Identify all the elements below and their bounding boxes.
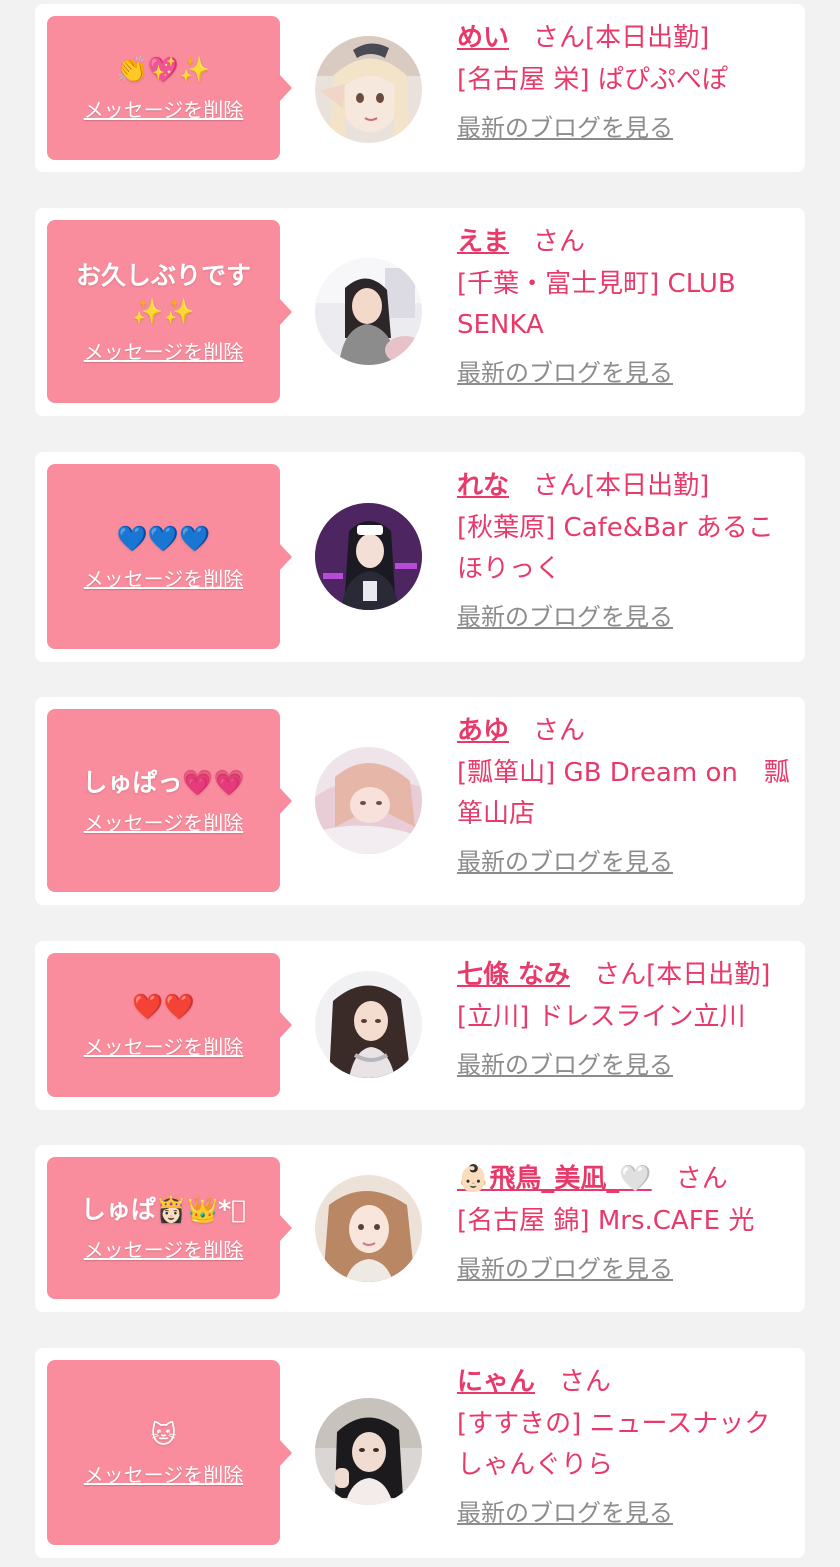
favorite-card: 👏💖✨ メッセージを削除 めい さん[本日出勤] [名古屋 栄] ぱぴぷぺぽ 最新… [35, 4, 805, 172]
message-bubble: 🐱 メッセージを削除 [47, 1360, 292, 1545]
favorites-list: 👏💖✨ メッセージを削除 めい さん[本日出勤] [名古屋 栄] ぱぴぷぺぽ 最新… [0, 0, 840, 1567]
message-bubble: お久しぶりです✨✨ メッセージを削除 [47, 220, 292, 403]
blog-link[interactable]: 最新のブログを見る [457, 847, 673, 877]
shop-name: [名古屋 錦] Mrs.CAFE 光 [457, 1206, 755, 1236]
message-bubble: 👏💖✨ メッセージを削除 [47, 16, 292, 160]
blog-link[interactable]: 最新のブログを見る [457, 358, 673, 388]
honorific: さん [594, 960, 647, 990]
delete-message-link[interactable]: メッセージを削除 [84, 1461, 244, 1489]
profile-name-link[interactable]: 👶🏻飛鳥_美凪_🤍 [457, 1164, 652, 1194]
status-label: [本日出勤] [585, 23, 710, 53]
shop-name: [秋葉原] Cafe&Bar あるこほりっく [457, 513, 774, 584]
avatar[interactable] [315, 258, 422, 365]
status-label: [本日出勤] [585, 471, 710, 501]
profile-name-link[interactable]: れな [457, 471, 509, 501]
profile-info: あゆ さん [瓢箪山] GB Dream on 瓢箪山店 最新のブログを見る [457, 709, 791, 877]
avatar[interactable] [315, 1175, 422, 1282]
delete-message-link[interactable]: メッセージを削除 [84, 1236, 244, 1264]
honorific: さん [559, 1367, 612, 1397]
message-text: お久しぶりです✨✨ [75, 260, 251, 326]
message-text: 🐱 [150, 1419, 177, 1449]
favorite-card: お久しぶりです✨✨ メッセージを削除 えま さん [千葉・富士見町] CLUB S… [35, 208, 805, 416]
profile-info: れな さん[本日出勤] [秋葉原] Cafe&Bar あるこほりっく 最新のブログ… [457, 464, 791, 632]
avatar[interactable] [315, 1398, 422, 1505]
favorite-card: しゅぱ👸🏻👑*ﾟ メッセージを削除 👶🏻飛鳥_美凪_🤍 さん [名古屋 錦] Mr… [35, 1145, 805, 1312]
shop-name: [千葉・富士見町] CLUB SENKA [457, 269, 736, 340]
message-text: しゅぱ👸🏻👑*ﾟ [80, 1195, 247, 1224]
delete-message-link[interactable]: メッセージを削除 [84, 565, 244, 593]
profile-name-link[interactable]: にゃん [457, 1367, 535, 1397]
message-bubble: しゅぱ👸🏻👑*ﾟ メッセージを削除 [47, 1157, 292, 1299]
favorite-card: 💙💙💙 メッセージを削除 れな さん[本日出勤] [秋葉原] Cafe&Bar あ… [35, 452, 805, 662]
profile-info: 👶🏻飛鳥_美凪_🤍 さん [名古屋 錦] Mrs.CAFE 光 最新のブログを見る [457, 1157, 791, 1284]
blog-link[interactable]: 最新のブログを見る [457, 602, 673, 632]
status-label: [本日出勤] [646, 960, 771, 990]
delete-message-link[interactable]: メッセージを削除 [84, 96, 244, 124]
message-bubble: 💙💙💙 メッセージを削除 [47, 464, 292, 649]
profile-name-link[interactable]: めい [457, 23, 509, 53]
avatar[interactable] [315, 36, 422, 143]
message-text: 👏💖✨ [116, 55, 211, 84]
avatar[interactable] [315, 747, 422, 854]
shop-name: [すすきの] ニュースナック しゃんぐりら [457, 1409, 771, 1480]
message-text: 💙💙💙 [116, 523, 211, 553]
favorite-card: 🐱 メッセージを削除 にゃん さん [すすきの] ニュースナック しゃんぐりら 最… [35, 1348, 805, 1558]
message-bubble: しゅぱっ💗💗 メッセージを削除 [47, 709, 292, 892]
blog-link[interactable]: 最新のブログを見る [457, 1498, 673, 1528]
honorific: さん [675, 1164, 728, 1194]
profile-name-link[interactable]: 七條 なみ [457, 960, 570, 990]
delete-message-link[interactable]: メッセージを削除 [84, 1033, 244, 1061]
profile-info: めい さん[本日出勤] [名古屋 栄] ぱぴぷぺぽ 最新のブログを見る [457, 16, 791, 143]
favorite-card: しゅぱっ💗💗 メッセージを削除 あゆ さん [瓢箪山] GB Dream on 瓢… [35, 697, 805, 905]
avatar[interactable] [315, 503, 422, 610]
honorific: さん [533, 471, 586, 501]
avatar[interactable] [315, 971, 422, 1078]
profile-info: えま さん [千葉・富士見町] CLUB SENKA 最新のブログを見る [457, 220, 791, 388]
message-bubble: ❤️❤️ メッセージを削除 [47, 953, 292, 1097]
delete-message-link[interactable]: メッセージを削除 [84, 338, 244, 366]
shop-name: [瓢箪山] GB Dream on 瓢箪山店 [457, 758, 790, 829]
blog-link[interactable]: 最新のブログを見る [457, 1254, 673, 1284]
honorific: さん [533, 23, 586, 53]
delete-message-link[interactable]: メッセージを削除 [84, 809, 244, 837]
honorific: さん [533, 716, 586, 746]
profile-name-link[interactable]: えま [457, 227, 509, 257]
profile-info: 七條 なみ さん[本日出勤] [立川] ドレスライン立川 最新のブログを見る [457, 953, 791, 1080]
blog-link[interactable]: 最新のブログを見る [457, 1050, 673, 1080]
message-text: しゅぱっ💗💗 [82, 767, 245, 797]
shop-name: [名古屋 栄] ぱぴぷぺぽ [457, 65, 728, 95]
blog-link[interactable]: 最新のブログを見る [457, 113, 673, 143]
favorite-card: ❤️❤️ メッセージを削除 七條 なみ さん[本日出勤] [立川] ドレスライン立… [35, 941, 805, 1110]
shop-name: [立川] ドレスライン立川 [457, 1002, 746, 1032]
honorific: さん [533, 227, 586, 257]
profile-name-link[interactable]: あゆ [457, 716, 509, 746]
message-text: ❤️❤️ [132, 992, 195, 1021]
profile-info: にゃん さん [すすきの] ニュースナック しゃんぐりら 最新のブログを見る [457, 1360, 791, 1528]
